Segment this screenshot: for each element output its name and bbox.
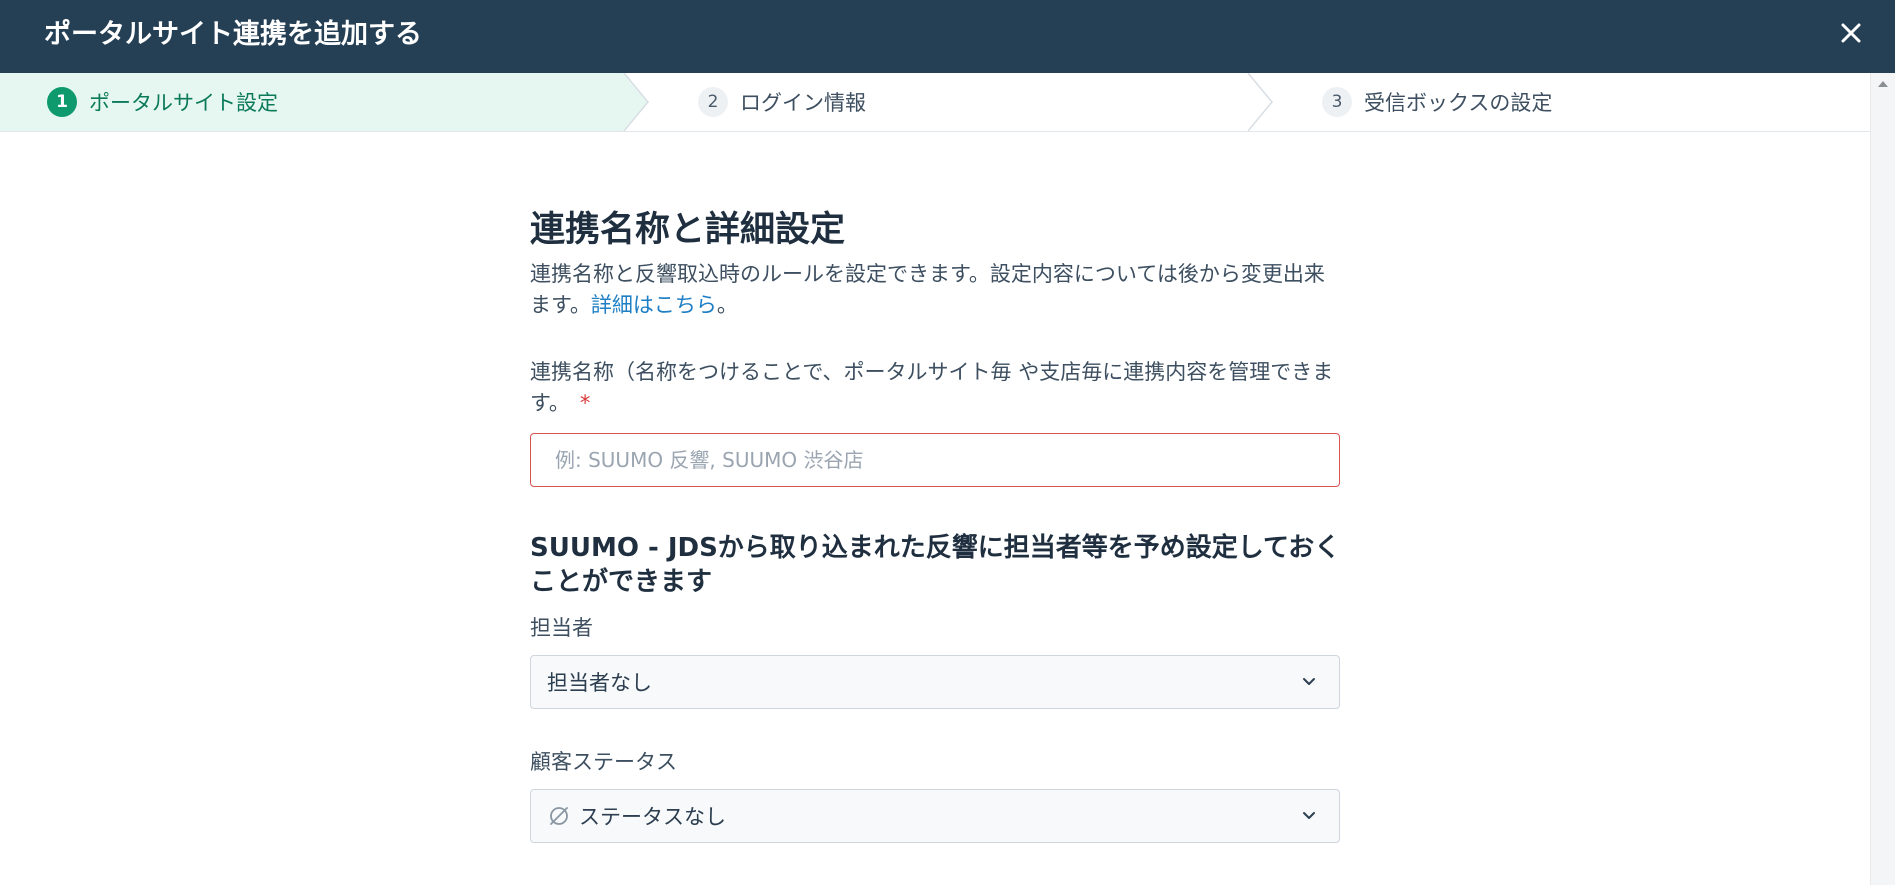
assignee-select-value: 担当者なし — [547, 671, 652, 695]
step-number: 3 — [1322, 87, 1352, 117]
step-inbox-settings[interactable]: 3 受信ボックスの設定 — [1322, 73, 1552, 131]
close-icon — [1841, 23, 1861, 43]
customer-status-select[interactable]: ステータスなし — [530, 789, 1340, 843]
assignee-label: 担当者 — [530, 616, 593, 640]
defaults-section-title: SUUMO - JDSから取り込まれた反響に担当者等を予め設定しておくことができ… — [530, 533, 1341, 597]
stepper: 1 ポータルサイト設定 2 ログイン情報 3 受信ボックスの設定 — [0, 73, 1870, 132]
modal-header: ポータルサイト連携を追加する — [0, 0, 1895, 73]
customer-status-label: 顧客ステータス — [530, 750, 677, 774]
section-title: 連携名称と詳細設定 — [530, 210, 846, 250]
step-number: 1 — [47, 87, 77, 117]
customer-status-select-value: ステータスなし — [579, 805, 726, 829]
scroll-up-arrow-icon[interactable] — [1877, 79, 1889, 89]
step-portal-site-settings[interactable]: 1 ポータルサイト設定 — [47, 73, 278, 131]
step-number: 2 — [698, 87, 728, 117]
step-separator — [623, 73, 649, 131]
description-suffix: 。 — [716, 293, 738, 317]
details-link[interactable]: 詳細はこちら — [591, 293, 717, 317]
name-field-label-text: 連携名称（名称をつけることで、ポータルサイト毎 や支店毎に連携内容を管理できます… — [530, 360, 1334, 415]
step-label: ログイン情報 — [740, 91, 866, 115]
required-mark: * — [579, 391, 591, 415]
step-login-info[interactable]: 2 ログイン情報 — [698, 73, 866, 131]
modal-title: ポータルサイト連携を追加する — [44, 19, 422, 50]
vertical-scrollbar[interactable] — [1870, 73, 1895, 885]
section-description: 連携名称と反響取込時のルールを設定できます。設定内容については後から変更出来ます… — [530, 259, 1340, 321]
chevron-down-icon — [1303, 812, 1315, 819]
empty-set-icon — [547, 804, 571, 828]
step-label: 受信ボックスの設定 — [1364, 91, 1553, 115]
step-separator — [1247, 73, 1273, 131]
close-button[interactable] — [1832, 14, 1870, 52]
assignee-select[interactable]: 担当者なし — [530, 655, 1340, 709]
name-field-label: 連携名称（名称をつけることで、ポータルサイト毎 や支店毎に連携内容を管理できます… — [530, 357, 1340, 419]
integration-name-input[interactable] — [530, 433, 1340, 487]
chevron-down-icon — [1303, 678, 1315, 685]
step-label: ポータルサイト設定 — [89, 91, 278, 115]
